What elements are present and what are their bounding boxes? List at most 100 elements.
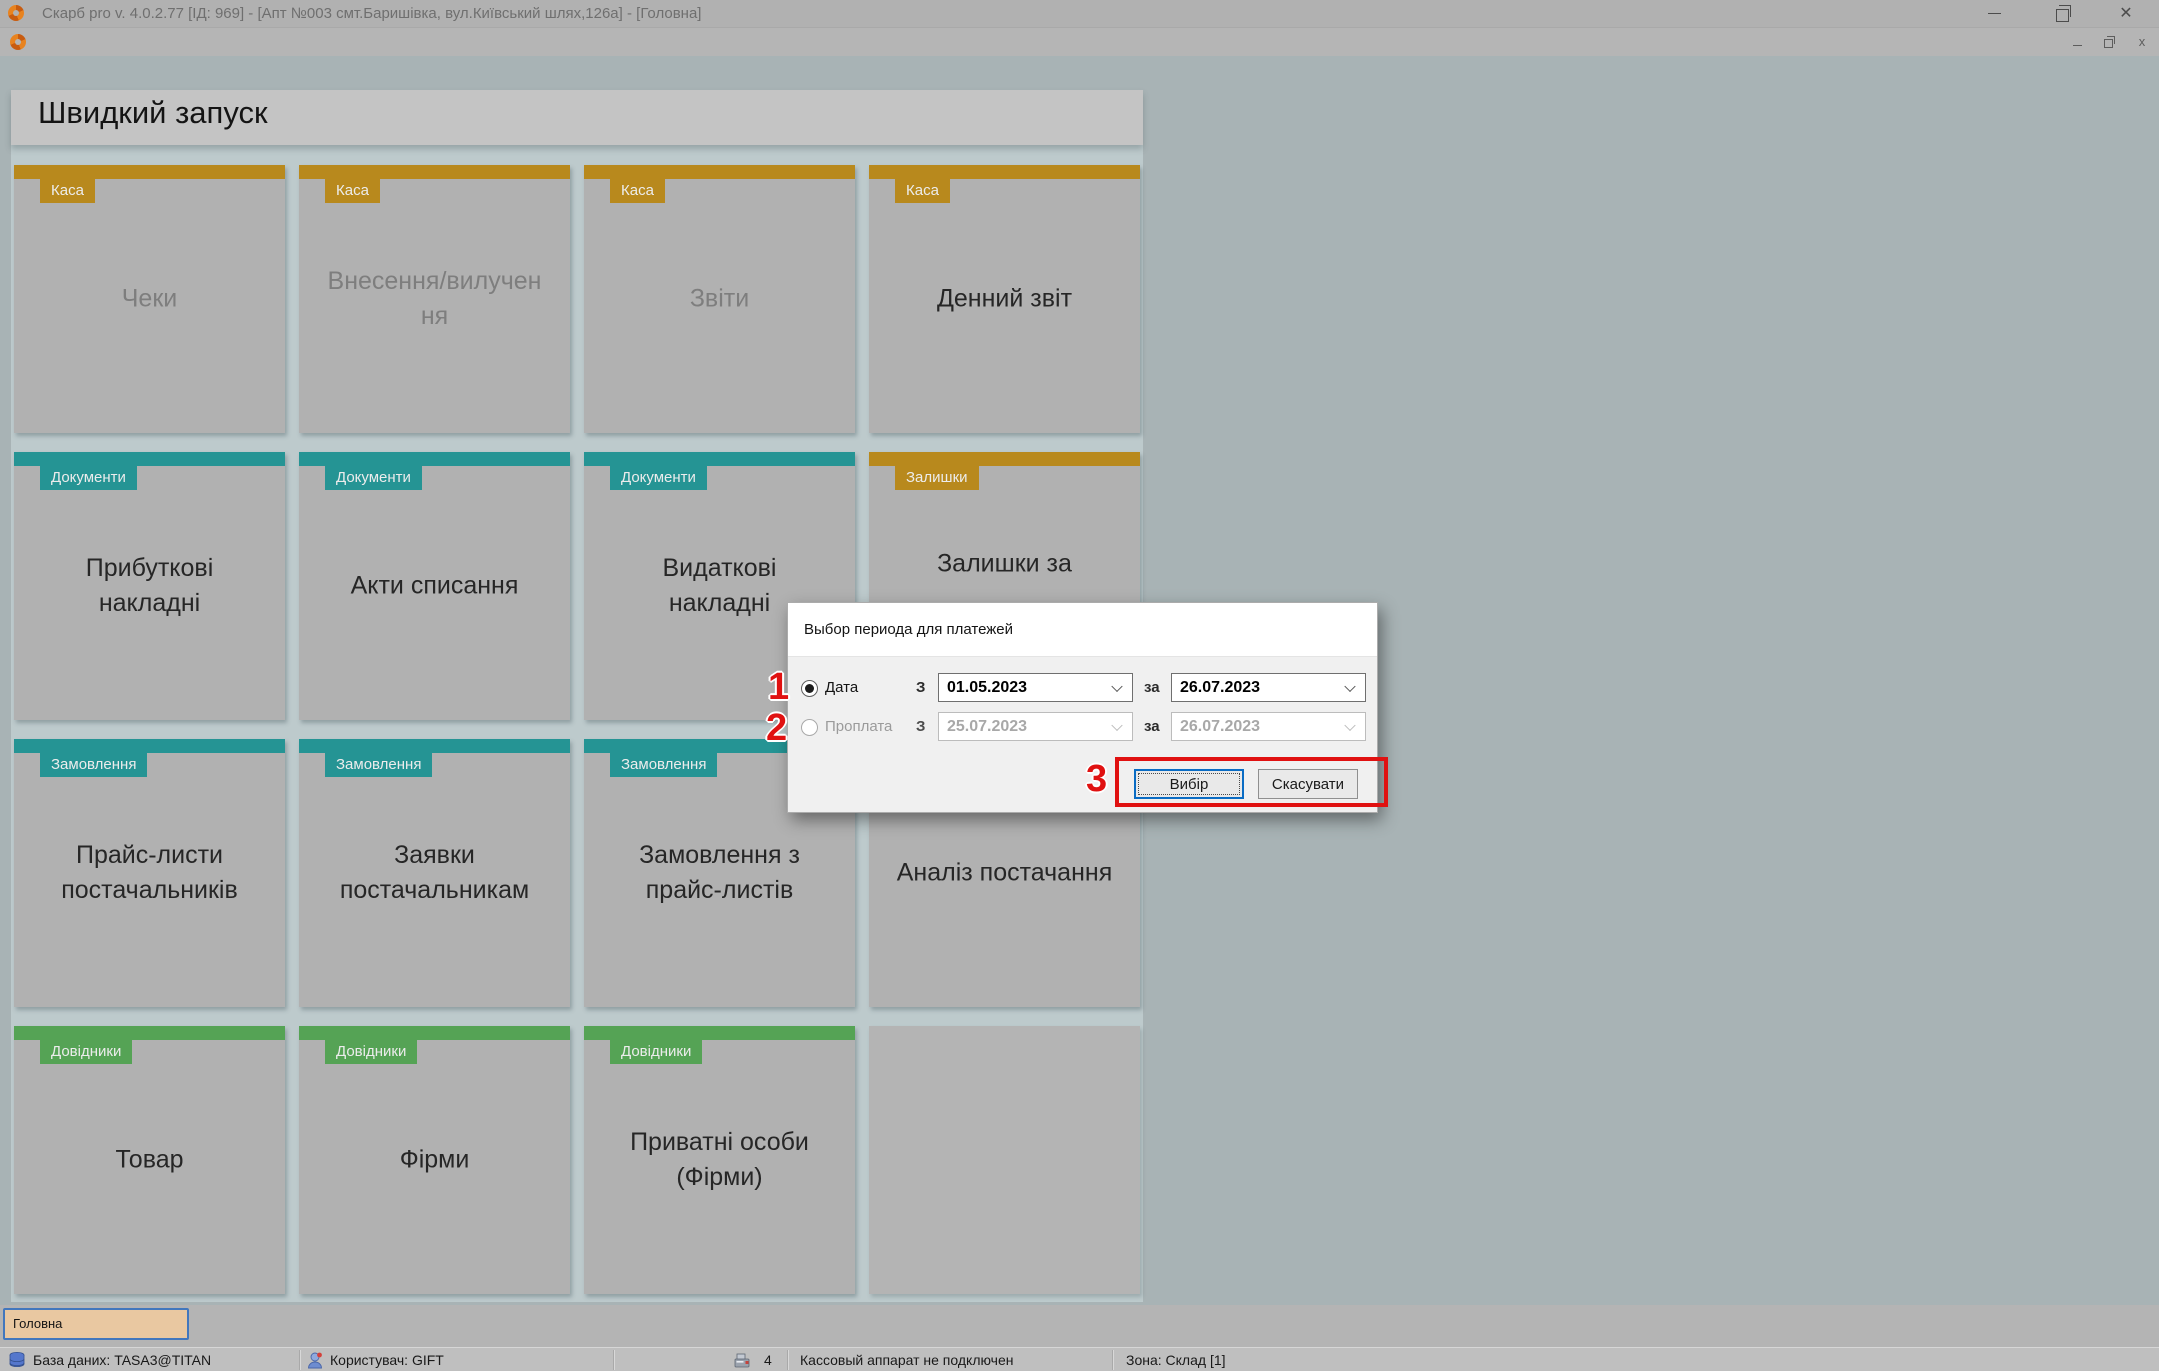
- cash-register-icon: [733, 1351, 751, 1369]
- app-window: Скарб pro v. 4.0.2.77 [ІД: 969] - [Апт №…: [0, 0, 2159, 1371]
- tile-category-bar: [584, 165, 855, 179]
- chevron-down-icon: [1344, 680, 1355, 691]
- tile-category-tag: Документи: [325, 466, 422, 490]
- from-label: З: [916, 718, 925, 735]
- tile-category-tag: Довідники: [40, 1040, 132, 1064]
- from-label: З: [916, 679, 925, 696]
- payment-from-combobox[interactable]: 25.07.2023: [938, 712, 1133, 741]
- restore-button[interactable]: [2039, 0, 2089, 27]
- tile-category-bar: [299, 1026, 570, 1040]
- tile-label: Денний звіт: [888, 282, 1121, 317]
- tile-category-tag: Замовлення: [610, 753, 717, 777]
- quick-launch-tile[interactable]: Каса Звіти: [584, 165, 855, 433]
- tile-label: Аналіз постачання: [888, 856, 1121, 891]
- quick-launch-tile[interactable]: Замовлення Заявки постачальникам: [299, 739, 570, 1007]
- tile-label: Залишки за: [888, 547, 1121, 582]
- mdi-window-controls: x: [2071, 28, 2149, 56]
- quick-launch-tile[interactable]: Каса Чеки: [14, 165, 285, 433]
- tile-label: Прибуткові накладні: [33, 551, 266, 621]
- date-radio-label: Дата: [825, 679, 858, 696]
- menu-logo-icon: [10, 34, 26, 50]
- tile-category-tag: Довідники: [325, 1040, 417, 1064]
- cash-register-status: Кассовый аппарат не подключен: [800, 1348, 1014, 1371]
- date-from-value: 01.05.2023: [947, 679, 1027, 696]
- tile-label: Приватні особи (Фірми): [603, 1125, 836, 1195]
- annotation-rectangle: [1115, 757, 1388, 807]
- tile-category-tag: Документи: [610, 466, 707, 490]
- annotation-marker-3: 3: [1086, 760, 1107, 798]
- payment-from-value: 25.07.2023: [947, 718, 1027, 735]
- tab-main[interactable]: Головна: [3, 1308, 189, 1340]
- mdi-restore-icon[interactable]: [2103, 35, 2117, 49]
- tile-category-tag: Довідники: [610, 1040, 702, 1064]
- tile-label: Прайс-листи постачальників: [33, 838, 266, 908]
- dialog-title: Выбор периода для платежей: [788, 603, 1377, 657]
- minimize-button[interactable]: [1969, 0, 2019, 27]
- tile-label: Внесення/вилучен ня: [318, 264, 551, 334]
- tile-category-tag: Каса: [610, 179, 665, 203]
- date-from-combobox[interactable]: 01.05.2023: [938, 673, 1133, 702]
- tile-category-tag: Каса: [325, 179, 380, 203]
- tile-label: Звіти: [603, 282, 836, 317]
- status-separator: [787, 1350, 788, 1370]
- to-label: за: [1144, 679, 1160, 696]
- window-title: Скарб pro v. 4.0.2.77 [ІД: 969] - [Апт №…: [42, 0, 701, 27]
- zone-label: Зона: Склад [1]: [1126, 1348, 1226, 1371]
- chevron-down-icon: [1111, 719, 1122, 730]
- quick-launch-tile[interactable]: Довідники Фірми: [299, 1026, 570, 1294]
- status-separator: [299, 1350, 300, 1370]
- date-radio[interactable]: [801, 680, 818, 697]
- app-logo-icon: [8, 5, 24, 21]
- tile-label: Акти списання: [318, 569, 551, 604]
- terminal-count: 4: [764, 1348, 772, 1371]
- tile-category-bar: [299, 452, 570, 466]
- tile-category-bar: [869, 165, 1140, 179]
- quick-launch-tile[interactable]: Документи Акти списання: [299, 452, 570, 720]
- mdi-close-icon[interactable]: x: [2135, 35, 2149, 49]
- chevron-down-icon: [1111, 680, 1122, 691]
- tile-category-tag: Залишки: [895, 466, 979, 490]
- tile-category-tag: Документи: [40, 466, 137, 490]
- tile-category-tag: Каса: [40, 179, 95, 203]
- annotation-marker-1: 1: [768, 668, 789, 706]
- payment-row: Проплата З 25.07.2023 за 26.07.2023: [788, 712, 1377, 742]
- status-separator: [1112, 1350, 1113, 1370]
- tile-category-bar: [584, 1026, 855, 1040]
- tab-row: Головна: [0, 1305, 2159, 1347]
- tile-category-bar: [14, 1026, 285, 1040]
- tile-category-tag: Замовлення: [40, 753, 147, 777]
- date-to-combobox[interactable]: 26.07.2023: [1171, 673, 1366, 702]
- tile-category-bar: [14, 452, 285, 466]
- tile-category-bar: [869, 452, 1140, 466]
- tile-category-tag: Каса: [895, 179, 950, 203]
- tile-label: Товар: [33, 1143, 266, 1178]
- to-label: за: [1144, 718, 1160, 735]
- menu-bar: x: [0, 28, 2159, 56]
- quick-launch-tile[interactable]: Документи Прибуткові накладні: [14, 452, 285, 720]
- tile-category-bar: [14, 739, 285, 753]
- date-row: Дата З 01.05.2023 за 26.07.2023: [788, 673, 1377, 703]
- quick-launch-tile[interactable]: Замовлення Прайс-листи постачальників: [14, 739, 285, 1007]
- quick-launch-tile[interactable]: Довідники Товар: [14, 1026, 285, 1294]
- close-button[interactable]: ✕: [2101, 0, 2151, 27]
- status-separator: [613, 1350, 614, 1370]
- quick-launch-tile[interactable]: Каса Денний звіт: [869, 165, 1140, 433]
- payment-to-combobox[interactable]: 26.07.2023: [1171, 712, 1366, 741]
- tile-label: Замовлення з прайс-листів: [603, 838, 836, 908]
- tile-label: Чеки: [33, 282, 266, 317]
- tile-category-bar: [299, 739, 570, 753]
- quick-launch-title: Швидкий запуск: [38, 95, 268, 131]
- tile-category-tag: Замовлення: [325, 753, 432, 777]
- tile-category-bar: [299, 165, 570, 179]
- tile-category-bar: [584, 452, 855, 466]
- date-to-value: 26.07.2023: [1180, 679, 1260, 696]
- user-label: Користувач: GIFT: [330, 1348, 444, 1371]
- payment-radio[interactable]: [801, 719, 818, 736]
- quick-launch-tile[interactable]: Каса Внесення/вилучен ня: [299, 165, 570, 433]
- quick-launch-tile[interactable]: [869, 1026, 1140, 1294]
- annotation-marker-2: 2: [766, 709, 787, 747]
- quick-launch-tile[interactable]: Довідники Приватні особи (Фірми): [584, 1026, 855, 1294]
- mdi-minimize-icon[interactable]: [2071, 35, 2085, 49]
- payment-to-value: 26.07.2023: [1180, 718, 1260, 735]
- tile-category-bar: [14, 165, 285, 179]
